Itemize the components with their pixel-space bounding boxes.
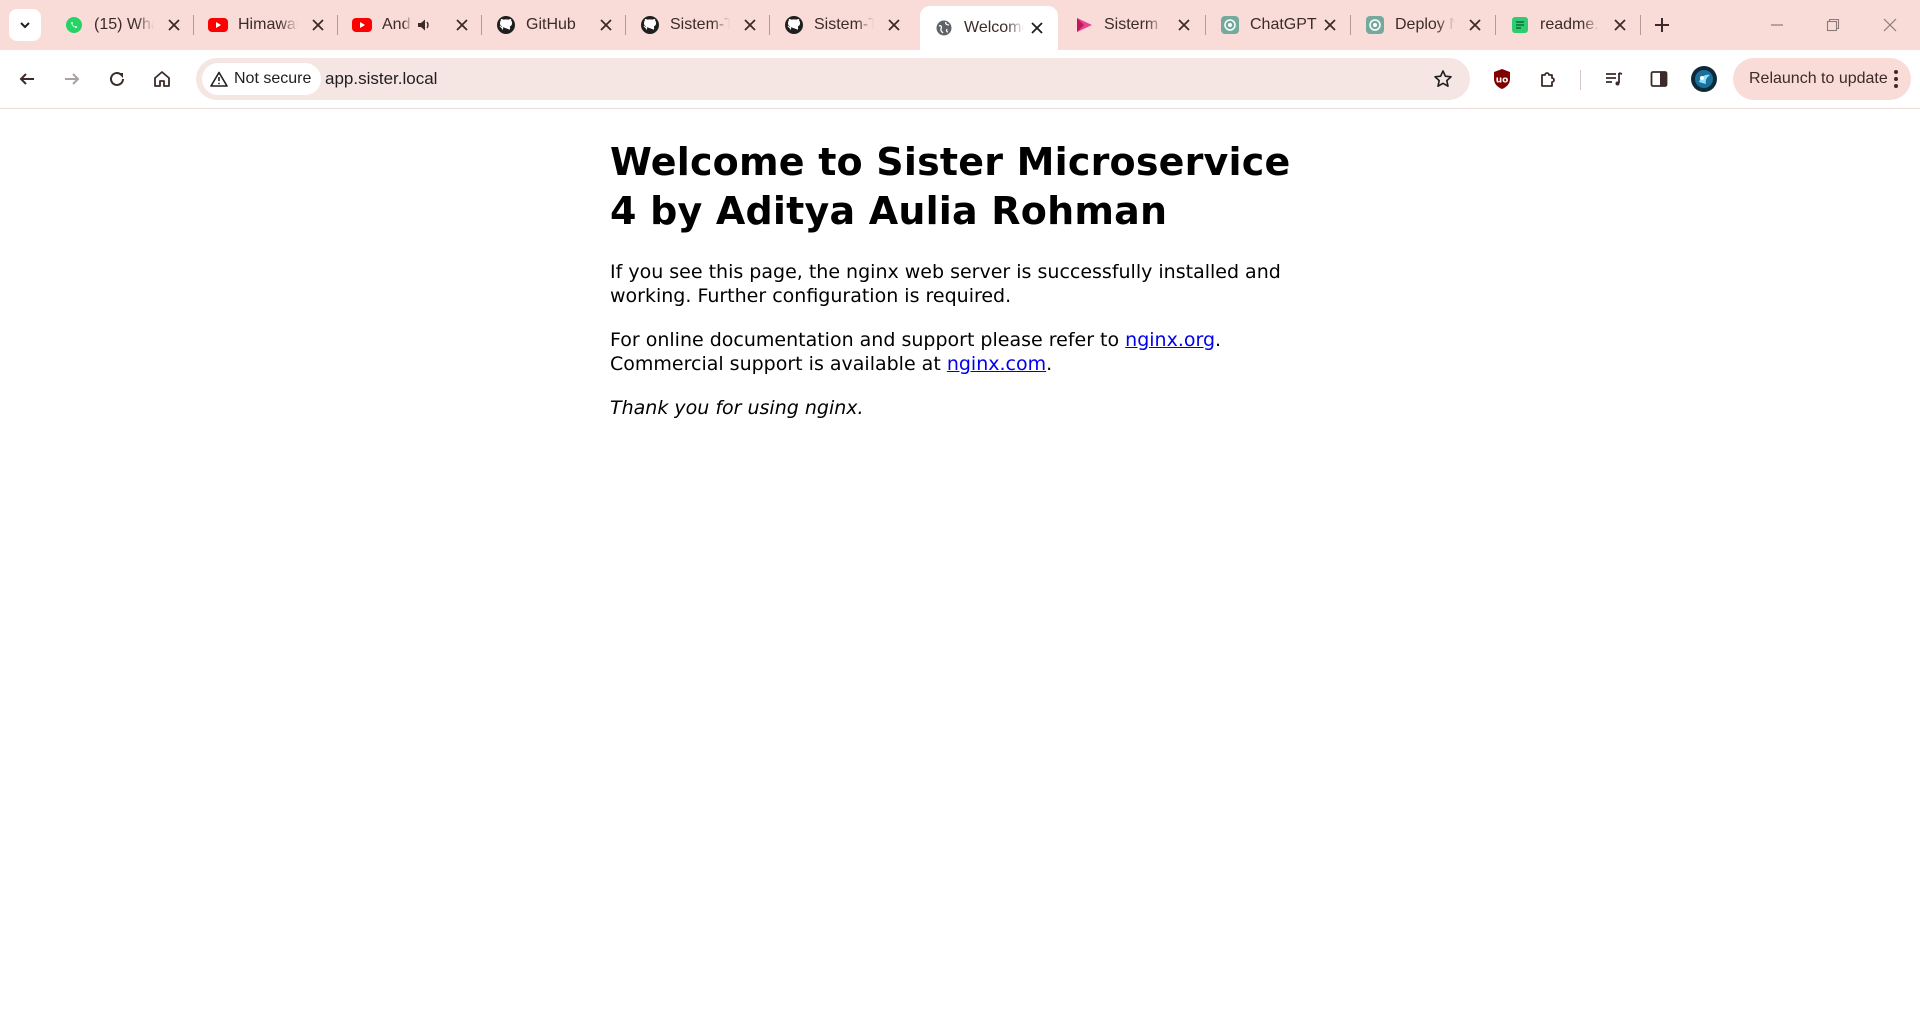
tab-title: Welcome to Sister: [964, 19, 1024, 36]
tab-title: Himawari: [238, 16, 298, 33]
speaker-icon[interactable]: [416, 16, 434, 34]
svg-text:uo: uo: [1496, 76, 1509, 86]
tab-strip: (15) WhatsApp Himawari Andra GitHub: [0, 0, 1920, 50]
plus-icon: [1655, 18, 1669, 32]
home-icon: [154, 71, 170, 87]
tab-welcome-active[interactable]: Welcome to Sister: [920, 6, 1058, 50]
tab-title: Deploy Nginx: [1395, 16, 1455, 33]
tab-sisterm[interactable]: Sisterm: [1060, 6, 1205, 44]
restore-icon: [1826, 18, 1840, 32]
relaunch-to-update-button[interactable]: Relaunch to update: [1733, 58, 1911, 100]
security-label: Not secure: [234, 70, 312, 87]
close-icon[interactable]: [741, 16, 759, 34]
restore-button[interactable]: [1813, 8, 1853, 42]
docs-period: .: [1215, 329, 1222, 351]
warning-icon: [210, 71, 228, 87]
page-content: Welcome to Sister Microservice 4 by Adit…: [610, 108, 1310, 420]
youtube-icon: [208, 15, 228, 35]
thank-you-text: Thank you for using nginx.: [610, 397, 864, 419]
star-icon: [1434, 70, 1452, 87]
close-window-button[interactable]: [1870, 8, 1910, 42]
arrow-left-icon: [19, 73, 34, 85]
back-button[interactable]: [10, 62, 44, 96]
profile-avatar[interactable]: [1687, 62, 1721, 96]
tab-title: ChatGPT: [1250, 16, 1317, 33]
puzzle-icon: [1541, 72, 1555, 87]
chevron-down-icon: [20, 22, 30, 29]
tab-title: Sisterm: [1104, 16, 1159, 33]
new-tab-button[interactable]: [1648, 11, 1676, 39]
github-icon: [640, 15, 660, 35]
ublock-icon: uo: [1494, 69, 1510, 89]
close-icon[interactable]: [165, 16, 183, 34]
docs-text: For online documentation and support ple…: [610, 329, 1126, 351]
tab-title: readme.md: [1540, 16, 1600, 33]
youtube-icon: [352, 15, 372, 35]
tab-youtube-andra[interactable]: Andra: [338, 6, 483, 44]
github-icon: [496, 15, 516, 35]
close-icon[interactable]: [1028, 19, 1046, 37]
reload-icon: [110, 71, 124, 86]
playlist-icon: [1606, 72, 1623, 86]
tab-search-button[interactable]: [9, 9, 41, 41]
side-panel-button[interactable]: [1642, 62, 1676, 96]
nginx-org-link[interactable]: nginx.org: [1125, 329, 1215, 351]
intro-paragraph: If you see this page, the nginx web serv…: [610, 261, 1281, 307]
toolbar: Not secure app.sister.local uo Relaunch …: [0, 50, 1920, 109]
readme-icon: [1510, 15, 1530, 35]
tab-title: Sistem-Terdistribusi: [814, 16, 874, 33]
tab-title: (15) WhatsApp: [94, 16, 154, 33]
forward-button[interactable]: [55, 62, 89, 96]
tab-deploy[interactable]: Deploy Nginx: [1351, 6, 1496, 44]
commercial-text: Commercial support is available at: [610, 353, 947, 375]
home-button[interactable]: [145, 62, 179, 96]
security-chip[interactable]: Not secure: [202, 63, 322, 95]
globe-icon: [934, 18, 954, 38]
tab-readme[interactable]: readme.md: [1496, 6, 1641, 44]
minimize-icon: [1771, 24, 1783, 26]
close-icon: [1883, 18, 1897, 32]
more-vert-icon: [1894, 70, 1898, 88]
tab-divider: [1640, 15, 1641, 35]
url-text[interactable]: app.sister.local: [325, 58, 437, 100]
close-icon[interactable]: [1321, 16, 1339, 34]
tab-github[interactable]: GitHub: [482, 6, 627, 44]
avatar-icon: [1691, 66, 1717, 92]
nginx-com-link[interactable]: nginx.com: [947, 353, 1046, 375]
tab-title: Sistem-Terdistribusi: [670, 16, 730, 33]
tab-github-sistem-2[interactable]: Sistem-Terdistribusi: [770, 6, 915, 44]
commercial-period: .: [1046, 353, 1053, 375]
tab-github-sistem-1[interactable]: Sistem-Terdistribusi: [626, 6, 771, 44]
ublock-extension-button[interactable]: uo: [1485, 62, 1519, 96]
docs-paragraph: For online documentation and support ple…: [610, 328, 1310, 376]
extensions-button[interactable]: [1531, 62, 1565, 96]
close-icon[interactable]: [1466, 16, 1484, 34]
page-title: Welcome to Sister Microservice 4 by Adit…: [610, 140, 1291, 233]
close-icon[interactable]: [885, 16, 903, 34]
minimize-button[interactable]: [1757, 8, 1797, 42]
github-icon: [784, 15, 804, 35]
close-icon[interactable]: [309, 16, 327, 34]
reload-button[interactable]: [100, 62, 134, 96]
chatgpt-icon: [1220, 15, 1240, 35]
tab-whatsapp[interactable]: (15) WhatsApp: [50, 6, 195, 44]
toolbar-divider: [1580, 70, 1581, 90]
tab-chatgpt[interactable]: ChatGPT: [1206, 6, 1351, 44]
close-icon[interactable]: [1175, 16, 1193, 34]
chatgpt-icon: [1365, 15, 1385, 35]
media-controls-button[interactable]: [1597, 62, 1631, 96]
media-icon: [1074, 15, 1094, 35]
tab-title: Andra: [382, 16, 412, 33]
tab-youtube-himawari[interactable]: Himawari: [194, 6, 339, 44]
relaunch-label: Relaunch to update: [1749, 70, 1888, 87]
address-bar[interactable]: Not secure app.sister.local: [196, 58, 1470, 100]
close-icon[interactable]: [597, 16, 615, 34]
bookmark-button[interactable]: [1426, 62, 1460, 96]
close-icon[interactable]: [1611, 16, 1629, 34]
side-panel-icon: [1650, 71, 1668, 87]
close-icon[interactable]: [453, 16, 471, 34]
arrow-right-icon: [65, 73, 80, 85]
whatsapp-icon: [64, 15, 84, 35]
